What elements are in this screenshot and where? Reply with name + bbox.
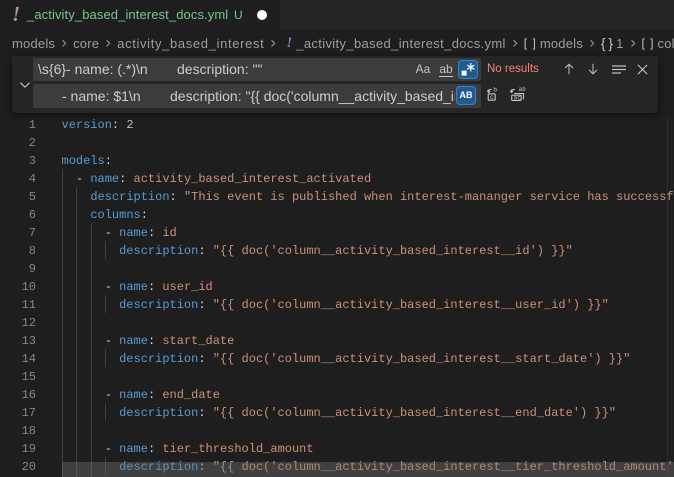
- svg-text:ab: ab: [519, 86, 527, 93]
- svg-text:b: b: [493, 87, 497, 94]
- svg-text:ac: ac: [514, 95, 522, 102]
- svg-text:c: c: [490, 94, 494, 101]
